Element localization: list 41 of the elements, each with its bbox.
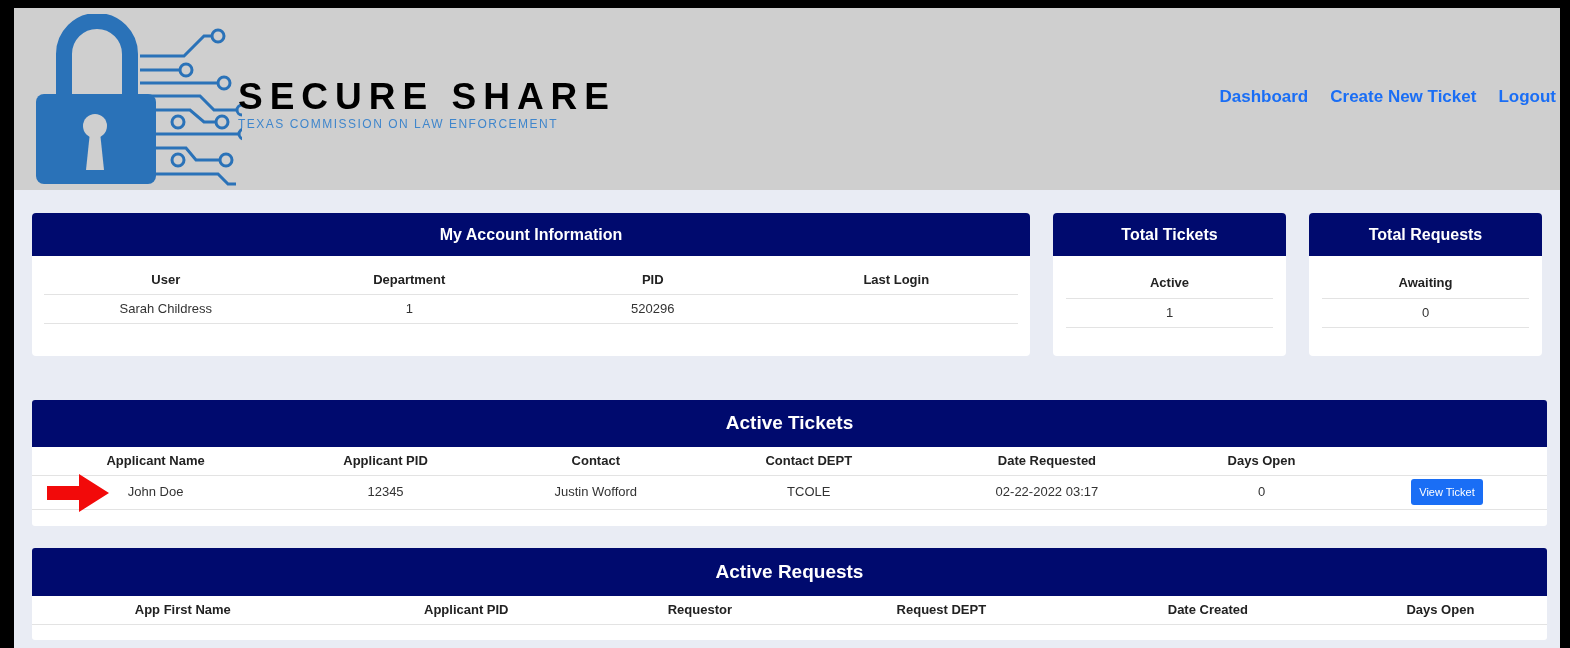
column-header: Requestor: [667, 602, 732, 617]
table-cell-text: 1: [1165, 304, 1174, 323]
column-header: Date Created: [1167, 602, 1248, 617]
card-header: My Account Information: [32, 213, 1030, 256]
pointer-arrow-icon: [47, 473, 109, 512]
table-cell: John Doe: [127, 484, 184, 500]
column-header: Active: [1150, 275, 1189, 290]
table-cell: Sarah Childress: [119, 300, 212, 316]
column-header: App First Name: [134, 602, 231, 617]
column-header: Applicant PID: [424, 602, 509, 617]
nav-link[interactable]: Logout: [1498, 84, 1556, 110]
card-header: Active Tickets: [32, 400, 1547, 447]
table-cell: 02-22-2022 03:17: [995, 484, 1099, 500]
column-header: Last Login: [863, 272, 930, 287]
column-header: Applicant Name: [106, 453, 205, 468]
brand-title: SECURE SHARE: [238, 78, 616, 115]
table-cell-text: 0: [1421, 304, 1430, 323]
column-header: Contact DEPT: [765, 453, 853, 468]
column-header: Applicant PID: [343, 453, 428, 468]
table-cell: 12345: [367, 484, 404, 500]
table-cell: Justin Wofford: [554, 484, 638, 500]
view-ticket-button[interactable]: View Ticket: [1411, 479, 1483, 505]
column-header: Awaiting: [1398, 275, 1453, 290]
card-header: Active Requests: [32, 548, 1547, 596]
column-header: Date Requested: [997, 453, 1097, 468]
column-header: Department: [373, 272, 446, 287]
column-header: User: [151, 272, 181, 287]
column-header: Days Open: [1227, 453, 1296, 468]
column-header: Request DEPT: [896, 602, 987, 617]
card-header: Total Tickets: [1053, 213, 1286, 256]
nav-link[interactable]: Create New Ticket: [1330, 84, 1477, 110]
column-header: Contact: [571, 453, 620, 468]
column-header: PID: [641, 272, 664, 287]
table-cell: 0: [1257, 484, 1266, 500]
table-cell: 1: [405, 300, 413, 316]
nav-link[interactable]: Dashboard: [1219, 84, 1309, 110]
card-header: Total Requests: [1309, 213, 1542, 256]
table-cell: 520296: [631, 300, 675, 316]
brand-tagline: TEXAS COMMISSION ON LAW ENFORCEMENT: [238, 118, 560, 130]
table-cell: TCOLE: [787, 484, 831, 500]
column-header: Days Open: [1406, 602, 1475, 617]
